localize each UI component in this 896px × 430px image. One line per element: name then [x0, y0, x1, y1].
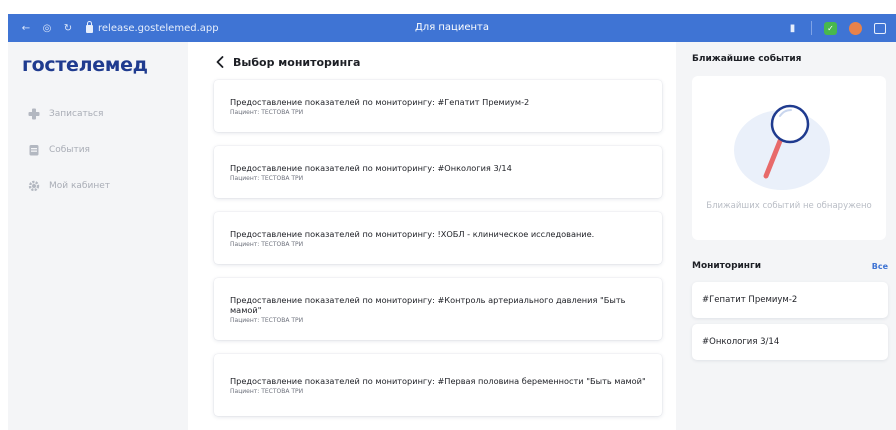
- sidebar-item-events[interactable]: События: [28, 144, 90, 156]
- card-patient: Пациент: ТЕСТОВА ТРИ: [230, 108, 304, 116]
- page-title: Выбор мониторинга: [233, 55, 361, 69]
- toolbar-divider: [811, 21, 812, 35]
- monitoring-shortcut-card[interactable]: #Гепатит Премиум-2: [692, 282, 888, 318]
- monitoring-card[interactable]: Предоставление показателей по мониторинг…: [214, 146, 662, 198]
- reader-mode-icon[interactable]: ▮: [786, 22, 799, 35]
- window-top-strip: [0, 0, 896, 14]
- magnifier-illustration-icon: [734, 104, 830, 190]
- browser-toolbar: Для пациента ← ◎ ↻ release.gostelemed.ap…: [8, 14, 896, 42]
- card-patient: Пациент: ТЕСТОВА ТРИ: [230, 240, 304, 248]
- card-title: Предоставление показателей по мониторинг…: [230, 375, 646, 386]
- card-title: Предоставление показателей по мониторинг…: [230, 294, 626, 315]
- extension-avatar-icon[interactable]: [849, 21, 862, 35]
- sidebar: гостелемед Записаться События Мой кабине…: [8, 42, 188, 430]
- right-panel: Ближайшие события Ближайших событий не о…: [676, 42, 896, 430]
- monitorings-title: Мониторинги: [692, 261, 762, 271]
- monitoring-shortcut-label: #Онкология 3/14: [702, 337, 780, 347]
- address-text: release.gostelemed.app: [98, 22, 219, 34]
- sidebar-item-label: События: [49, 145, 90, 155]
- empty-events-text: Ближайших событий не обнаружено: [706, 201, 872, 211]
- card-patient: Пациент: ТЕСТОВА ТРИ: [230, 174, 304, 182]
- events-title: Ближайшие события: [692, 54, 802, 64]
- monitoring-card[interactable]: Предоставление показателей по мониторинг…: [214, 278, 662, 340]
- address-bar[interactable]: release.gostelemed.app: [86, 21, 219, 34]
- main-content: Выбор мониторинга Предоставление показат…: [188, 42, 676, 430]
- monitoring-card[interactable]: Предоставление показателей по мониторинг…: [214, 354, 662, 416]
- card-title: Предоставление показателей по мониторинг…: [230, 162, 512, 173]
- card-title: Предоставление показателей по мониторинг…: [230, 228, 595, 239]
- gear-icon: [28, 180, 40, 192]
- sidebar-item-signup[interactable]: Записаться: [28, 108, 103, 120]
- chevron-left-icon[interactable]: [216, 55, 227, 69]
- calendar-icon: [28, 144, 40, 156]
- sidebar-item-cabinet[interactable]: Мой кабинет: [28, 180, 110, 192]
- card-patient: Пациент: ТЕСТОВА ТРИ: [230, 316, 304, 324]
- monitoring-shortcut-card[interactable]: #Онкология 3/14: [692, 324, 888, 360]
- monitoring-card[interactable]: Предоставление показателей по мониторинг…: [214, 80, 662, 132]
- monitorings-all-link[interactable]: Все: [872, 262, 888, 271]
- shield-icon[interactable]: ◎: [41, 23, 53, 34]
- events-empty-state: Ближайших событий не обнаружено: [692, 76, 886, 240]
- page-header: Выбор мониторинга: [216, 55, 360, 69]
- extension-check-icon[interactable]: ✓: [824, 21, 837, 35]
- app-logo[interactable]: гостелемед: [22, 54, 148, 76]
- monitoring-card[interactable]: Предоставление показателей по мониторинг…: [214, 212, 662, 264]
- sidebar-item-label: Записаться: [49, 109, 104, 119]
- sidebar-toggle-icon[interactable]: [874, 22, 886, 34]
- sidebar-item-label: Мой кабинет: [49, 181, 110, 191]
- monitoring-shortcut-label: #Гепатит Премиум-2: [702, 295, 798, 305]
- plus-icon: [28, 108, 40, 120]
- reload-icon[interactable]: ↻: [62, 23, 74, 34]
- back-icon[interactable]: ←: [20, 23, 32, 34]
- tab-title: Для пациента: [414, 22, 489, 33]
- card-patient: Пациент: ТЕСТОВА ТРИ: [230, 387, 304, 395]
- lock-icon: [86, 21, 93, 33]
- card-title: Предоставление показателей по мониторинг…: [230, 96, 530, 107]
